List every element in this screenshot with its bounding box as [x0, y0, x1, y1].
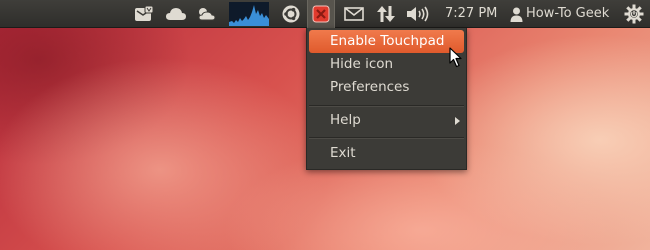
ubuntu-logo-icon — [282, 5, 300, 23]
session-indicator[interactable] — [622, 0, 646, 28]
ubuntu-one-indicator[interactable] — [164, 0, 188, 28]
power-gear-icon — [624, 4, 644, 24]
user-icon — [510, 7, 522, 22]
volume-indicator[interactable] — [404, 0, 432, 28]
touchpad-indicator-menu: Enable Touchpad Hide icon Preferences He… — [306, 28, 467, 170]
menu-item-preferences[interactable]: Preferences — [307, 76, 466, 99]
menu-item-enable-touchpad[interactable]: Enable Touchpad — [309, 30, 464, 53]
weather-icon — [198, 8, 216, 21]
top-panel: 7:27 PM How-To Geek — [0, 0, 650, 28]
touchpad-indicator-icon — [312, 5, 330, 23]
ubuntu-one-cloud-icon — [166, 8, 186, 20]
menu-separator — [309, 137, 464, 139]
desktop-wallpaper: 7:27 PM How-To Geek Enable Touchpad Hide… — [0, 0, 650, 250]
menu-separator — [309, 105, 464, 107]
messaging-envelope-icon — [135, 5, 154, 21]
menu-item-help[interactable]: Help — [307, 109, 466, 132]
messaging-indicator[interactable] — [131, 0, 157, 28]
mail-indicator[interactable] — [341, 0, 367, 28]
volume-icon — [407, 6, 429, 22]
system-load-graph-icon — [229, 2, 269, 26]
system-load-indicator[interactable] — [228, 0, 270, 28]
menu-item-help-label: Help — [330, 112, 361, 128]
user-indicator[interactable] — [508, 0, 524, 28]
network-indicator[interactable] — [374, 0, 398, 28]
submenu-arrow-icon — [455, 117, 460, 125]
touchpad-indicator[interactable] — [307, 0, 335, 28]
mouse-pointer-icon — [449, 47, 462, 68]
menu-item-exit[interactable]: Exit — [307, 142, 466, 165]
user-name[interactable]: How-To Geek — [526, 0, 609, 28]
weather-indicator[interactable] — [195, 0, 217, 28]
ubuntu-indicator[interactable] — [279, 0, 303, 28]
network-updown-icon — [377, 6, 395, 22]
clock[interactable]: 7:27 PM — [445, 0, 497, 28]
mail-envelope-icon — [344, 7, 364, 21]
menu-item-hide-icon[interactable]: Hide icon — [307, 53, 466, 76]
